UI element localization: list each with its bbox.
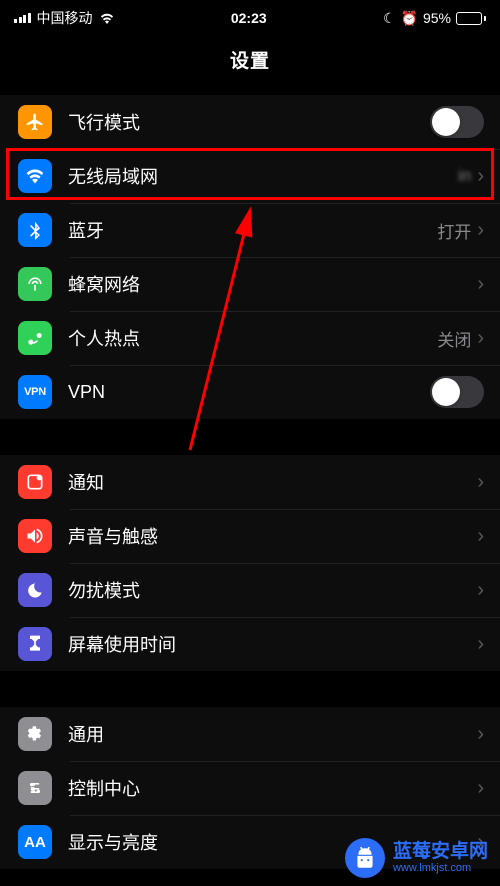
row-controlcenter[interactable]: 控制中心 › <box>0 761 500 815</box>
screentime-icon <box>18 627 52 661</box>
display-icon: AA <box>18 825 52 859</box>
row-vpn[interactable]: VPN VPN <box>0 365 500 419</box>
status-bar: 中国移动 02:23 ☾ ⏰ 95% <box>0 0 500 36</box>
row-wifi[interactable]: 无线局域网 in › <box>0 149 500 203</box>
watermark-brand: 蓝莓安卓网 <box>393 842 488 862</box>
airplane-icon <box>18 105 52 139</box>
wifi-settings-icon <box>18 159 52 193</box>
row-cellular[interactable]: 蜂窝网络 › <box>0 257 500 311</box>
battery-icon <box>456 12 486 25</box>
chevron-right-icon: › <box>477 525 484 548</box>
watermark-icon <box>345 838 385 878</box>
status-time: 02:23 <box>231 10 267 26</box>
row-cellular-label: 蜂窝网络 <box>68 271 477 297</box>
row-hotspot-value: 关闭 <box>437 326 471 351</box>
row-general[interactable]: 通用 › <box>0 707 500 761</box>
moon-icon: ☾ <box>383 10 396 27</box>
bluetooth-icon <box>18 213 52 247</box>
chevron-right-icon: › <box>477 579 484 602</box>
page-title: 设置 <box>0 36 500 95</box>
settings-group-alerts: 通知 › 声音与触感 › 勿扰模式 › 屏幕使用时间 › <box>0 455 500 671</box>
row-notifications[interactable]: 通知 › <box>0 455 500 509</box>
chevron-right-icon: › <box>477 219 484 242</box>
chevron-right-icon: › <box>477 165 484 188</box>
row-screentime-label: 屏幕使用时间 <box>68 631 477 657</box>
wifi-icon <box>99 12 115 24</box>
settings-group-connectivity: 飞行模式 无线局域网 in › 蓝牙 打开 › 蜂窝网络 › 个人热点 关闭 ›… <box>0 95 500 419</box>
watermark: 蓝莓安卓网 www.lmkjst.com <box>345 838 488 878</box>
row-vpn-label: VPN <box>68 382 430 403</box>
row-dnd-label: 勿扰模式 <box>68 577 477 603</box>
cellular-icon <box>18 267 52 301</box>
dnd-icon <box>18 573 52 607</box>
row-hotspot[interactable]: 个人热点 关闭 › <box>0 311 500 365</box>
chevron-right-icon: › <box>477 327 484 350</box>
sounds-icon <box>18 519 52 553</box>
row-sounds[interactable]: 声音与触感 › <box>0 509 500 563</box>
chevron-right-icon: › <box>477 273 484 296</box>
carrier-label: 中国移动 <box>37 8 93 28</box>
chevron-right-icon: › <box>477 723 484 746</box>
row-bluetooth-label: 蓝牙 <box>68 217 437 243</box>
battery-pct: 95% <box>423 10 451 26</box>
signal-icon <box>14 13 31 23</box>
status-left: 中国移动 <box>14 8 115 28</box>
row-airplane-label: 飞行模式 <box>68 109 430 135</box>
vpn-toggle[interactable] <box>430 376 484 408</box>
hotspot-icon <box>18 321 52 355</box>
row-bluetooth[interactable]: 蓝牙 打开 › <box>0 203 500 257</box>
vpn-icon: VPN <box>18 375 52 409</box>
row-wifi-label: 无线局域网 <box>68 163 458 189</box>
chevron-right-icon: › <box>477 471 484 494</box>
row-wifi-value: in <box>458 166 471 186</box>
row-notifications-label: 通知 <box>68 469 477 495</box>
watermark-url: www.lmkjst.com <box>393 862 488 874</box>
row-general-label: 通用 <box>68 721 477 747</box>
chevron-right-icon: › <box>477 777 484 800</box>
row-controlcenter-label: 控制中心 <box>68 775 477 801</box>
row-dnd[interactable]: 勿扰模式 › <box>0 563 500 617</box>
airplane-toggle[interactable] <box>430 106 484 138</box>
controlcenter-icon <box>18 771 52 805</box>
row-airplane[interactable]: 飞行模式 <box>0 95 500 149</box>
status-right: ☾ ⏰ 95% <box>383 10 486 27</box>
row-bluetooth-value: 打开 <box>437 218 471 243</box>
row-sounds-label: 声音与触感 <box>68 523 477 549</box>
row-hotspot-label: 个人热点 <box>68 325 437 351</box>
chevron-right-icon: › <box>477 633 484 656</box>
row-screentime[interactable]: 屏幕使用时间 › <box>0 617 500 671</box>
notifications-icon <box>18 465 52 499</box>
general-icon <box>18 717 52 751</box>
alarm-icon: ⏰ <box>401 10 418 27</box>
